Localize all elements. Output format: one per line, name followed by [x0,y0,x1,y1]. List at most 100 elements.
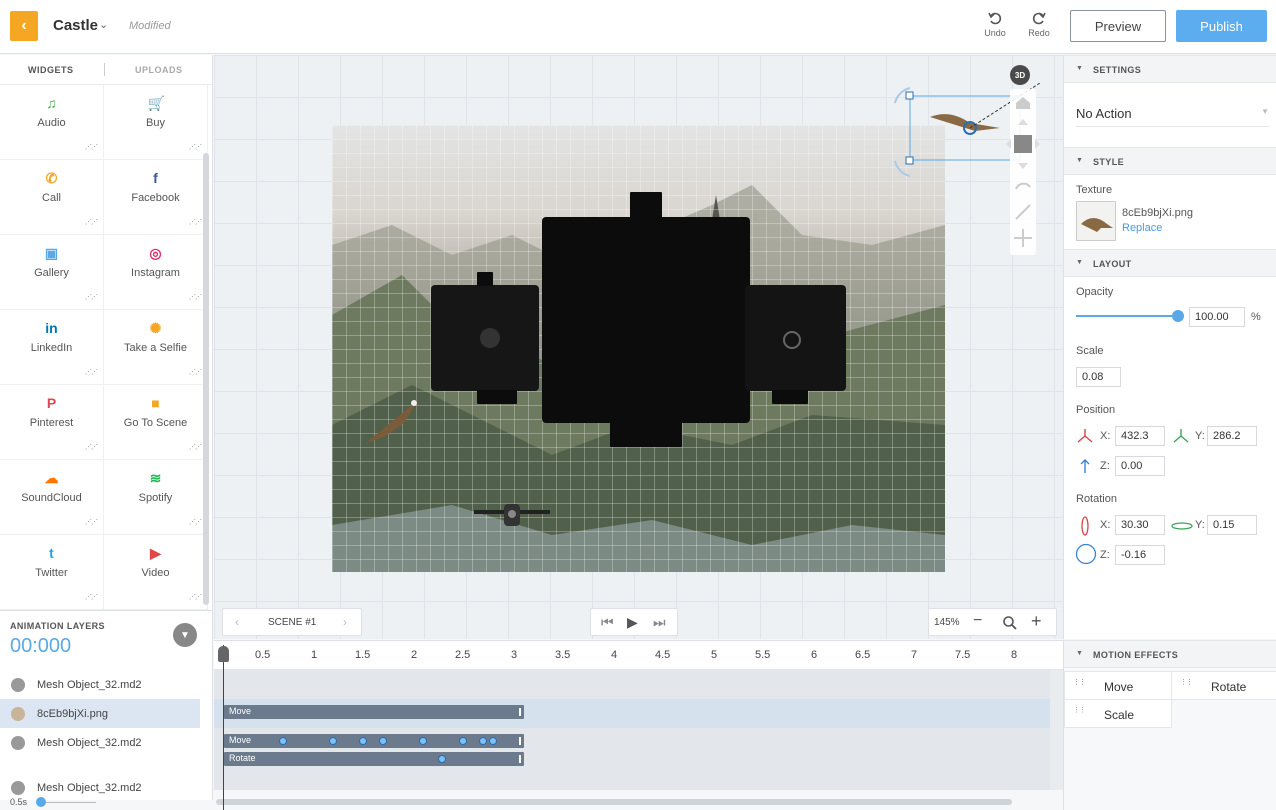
drag-handle-icon: ⋰⋰ [85,219,98,226]
castle-base [610,421,682,447]
rotation-y-input[interactable]: 0.15 [1207,515,1257,535]
opacity-handle[interactable] [1172,310,1184,322]
drone-sprite[interactable] [474,500,550,530]
layer-item[interactable]: Mesh Object_32.md2 [0,670,200,699]
speed-slider-handle[interactable] [36,797,46,807]
playhead[interactable] [223,645,224,810]
widget-spotify[interactable]: ≋ Spotify ⋰⋰ [104,460,208,535]
position-x-input[interactable]: 432.3 [1115,426,1165,446]
widget-buy[interactable]: 🛒 Buy ⋰⋰ [104,85,208,160]
motion-effects-header[interactable]: ▼ MOTION EFFECTS [1064,640,1276,668]
opacity-fill [1076,315,1178,317]
widget-linkedin[interactable]: in LinkedIn ⋰⋰ [0,310,104,385]
settings-header[interactable]: ▼ SETTINGS [1064,55,1276,83]
gallery-icon: ▣ [44,245,59,261]
keyframe[interactable] [459,737,467,745]
project-title[interactable]: Castle [53,17,98,34]
widget-twitter[interactable]: t Twitter ⋰⋰ [0,535,104,610]
publish-button[interactable]: Publish [1176,10,1267,42]
timeline-tick: 5.5 [755,649,771,661]
eagle-sprite[interactable] [364,395,424,445]
layer-item[interactable]: Mesh Object_32.md2 [0,728,200,757]
keyframe[interactable] [419,737,427,745]
layer-item[interactable]: 8cEb9bjXi.png [0,699,200,728]
resize-handle[interactable] [519,755,521,763]
timeline-ruler[interactable]: 0.5 1 1.5 2 2.5 3 3.5 4 4.5 5 5.5 6 6.5 7 7.5 8 [214,640,1063,670]
tab-widgets[interactable]: WIDGETS [28,65,74,75]
keyframe[interactable] [329,737,337,745]
scale-input[interactable]: 0.08 [1076,367,1121,387]
widget-video[interactable]: ▶ Video ⋰⋰ [104,535,208,610]
undo-button[interactable]: Undo [977,10,1013,38]
tab-uploads[interactable]: UPLOADS [135,65,183,75]
motion-effect-rotate[interactable]: ⋮⋮ Rotate [1171,671,1276,700]
widget-instagram[interactable]: ◎ Instagram ⋰⋰ [104,235,208,310]
3d-badge[interactable]: 3D [1010,65,1030,85]
aperture-icon: ✺ [149,320,162,336]
rotation-z-input[interactable]: -0.16 [1115,545,1165,565]
widget-pinterest[interactable]: P Pinterest ⋰⋰ [0,385,104,460]
position-y-input[interactable]: 286.2 [1207,426,1257,446]
chevron-down-icon: ▼ [1261,107,1269,116]
axis-z-icon [1080,459,1090,473]
keyframe[interactable] [359,737,367,745]
scene-canvas[interactable]: 3D ‹ SCENE #1 › ⏮ ▶ ⏭ 145% − + [214,55,1063,639]
widget-gallery[interactable]: ▣ Gallery ⋰⋰ [0,235,104,310]
keyframe[interactable] [438,755,446,763]
keyframe[interactable] [379,737,387,745]
widget-call[interactable]: ✆ Call ⋰⋰ [0,160,104,235]
widget-label: LinkedIn [30,342,73,354]
timeline-tick: 2 [411,649,418,661]
rotation-x-input[interactable]: 30.30 [1115,515,1165,535]
rotate-track-bar[interactable]: Rotate [224,752,524,766]
opacity-slider[interactable] [1076,310,1184,322]
animation-layers-title: ANIMATION LAYERS [10,621,105,631]
widgets-panel: WIDGETS UPLOADS ♫ Audio ⋰⋰ 🛒 Buy ⋰⋰ ✆ Call ⋰⋰ f Fa… [0,55,213,610]
redo-button[interactable]: Redo [1021,10,1057,38]
opacity-input[interactable]: 100.00 [1189,307,1245,327]
position-z-input[interactable]: 0.00 [1115,456,1165,476]
action-select[interactable]: No Action ▼ [1076,95,1269,127]
move-track-label: Move [229,735,252,745]
background-image[interactable] [332,125,945,572]
texture-thumbnail[interactable] [1076,201,1116,241]
keyframe[interactable] [479,737,487,745]
style-header[interactable]: ▼ STYLE [1064,147,1276,175]
undo-label: Undo [984,28,1006,38]
collapse-icon: ▼ [1076,157,1083,164]
drag-handle-icon: ⋰⋰ [85,144,98,151]
timeline-scrollbar-horizontal[interactable] [216,799,1012,805]
back-button[interactable]: ‹ [10,11,38,41]
layout-header[interactable]: ▼ LAYOUT [1064,249,1276,277]
resize-handle[interactable] [519,737,521,745]
pos-x-label: X: [1100,430,1111,442]
chevron-down-icon[interactable]: ⌄ [99,18,108,31]
move-track-bar[interactable]: Move [224,734,524,748]
video-camera-icon: ■ [151,395,160,411]
widget-go-to-scene[interactable]: ■ Go To Scene ⋰⋰ [104,385,208,460]
widgets-scrollbar[interactable] [203,153,209,605]
widget-label: Take a Selfie [124,342,187,354]
keyframe[interactable] [279,737,287,745]
motion-effect-scale[interactable]: ⋮⋮ Scale [1064,699,1172,728]
style-title: STYLE [1093,157,1125,167]
castle-main-block[interactable] [542,217,750,423]
preview-button[interactable]: Preview [1070,10,1166,42]
resize-handle[interactable] [519,708,521,716]
cube-view-icon[interactable] [1014,135,1032,153]
playhead-handle[interactable] [218,646,229,662]
widget-audio[interactable]: ♫ Audio ⋰⋰ [0,85,104,160]
rotation-label: Rotation [1076,493,1117,505]
replace-link[interactable]: Replace [1122,222,1162,234]
keyframe[interactable] [489,737,497,745]
widget-soundcloud[interactable]: ☁ SoundCloud ⋰⋰ [0,460,104,535]
widget-take-a-selfie[interactable]: ✺ Take a Selfie ⋰⋰ [104,310,208,385]
widget-label: Instagram [131,267,180,279]
drag-handle-icon: ⋰⋰ [189,444,202,451]
widget-facebook[interactable]: f Facebook ⋰⋰ [104,160,208,235]
move-track-bar[interactable]: Move [224,705,524,719]
chevron-down-icon[interactable]: ▼ [173,623,197,647]
timeline-tick: 7.5 [955,649,971,661]
redo-icon [1032,12,1046,25]
motion-effect-move[interactable]: ⋮⋮ Move [1064,671,1172,700]
